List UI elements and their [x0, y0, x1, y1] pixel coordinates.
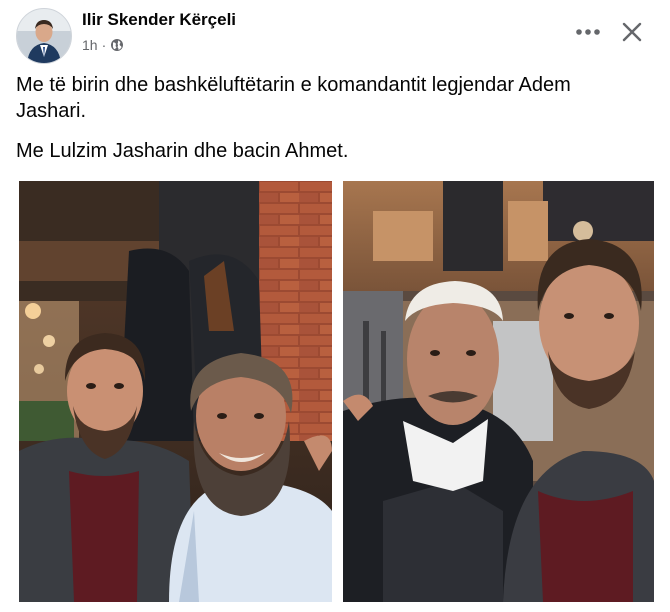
author-avatar[interactable]: [16, 8, 72, 64]
meta-separator: ·: [101, 37, 107, 53]
photo-selfie-bearded-man[interactable]: [19, 181, 332, 602]
post-body: Me të birin dhe bashkëluftëtarin e koman…: [16, 72, 636, 178]
close-button[interactable]: [616, 16, 648, 48]
post-header: Ilir Skender Kërçeli 1h ·: [16, 8, 656, 64]
post-meta: 1h ·: [82, 37, 124, 53]
photo-selfie-elder-with-plis[interactable]: [343, 181, 654, 602]
photo-grid: [19, 181, 654, 602]
close-icon: [622, 22, 642, 42]
more-options-button[interactable]: [572, 20, 604, 44]
globe-icon[interactable]: [110, 38, 124, 52]
post-text-line-2: Me Lulzim Jasharin dhe bacin Ahmet.: [16, 140, 349, 162]
post-time[interactable]: 1h: [82, 37, 98, 53]
more-options-icon: [576, 29, 600, 35]
post-text-line-1: Me të birin dhe bashkëluftëtarin e koman…: [16, 74, 571, 122]
author-name[interactable]: Ilir Skender Kërçeli: [82, 10, 236, 30]
